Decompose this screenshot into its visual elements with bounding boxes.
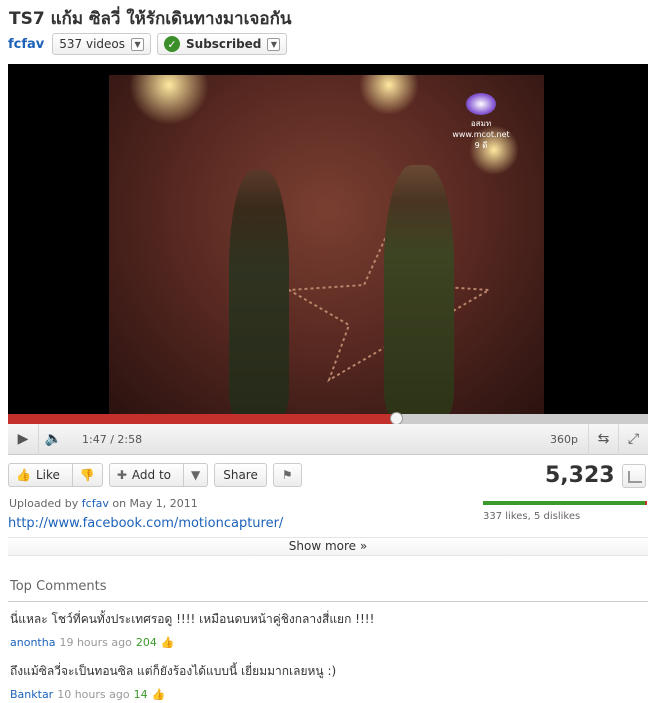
watermark-name: อสมท	[470, 119, 492, 128]
upload-prefix: Uploaded by	[9, 497, 79, 510]
comment-time: 19 hours ago	[59, 636, 132, 649]
like-ratio-fill	[483, 501, 645, 505]
thumbs-up-icon: 👍	[16, 468, 31, 482]
comment-author-link[interactable]: Banktar	[10, 688, 53, 701]
action-bar: 👍 Like 👎 ✚ Add to ▼ Share ⚑	[8, 463, 302, 487]
broadcaster-logo	[466, 93, 496, 115]
upload-info: Uploaded by fcfav on May 1, 2011	[9, 497, 198, 510]
comment-item: นี่แหละ โชว์ที่คนทั้งประเทศรอดู !!!! เหม…	[10, 610, 374, 649]
singer-right	[384, 165, 454, 415]
dislike-button[interactable]: 👎	[71, 464, 102, 486]
comment-text: นี่แหละ โชว์ที่คนทั้งประเทศรอดู !!!! เหม…	[10, 612, 375, 626]
comment-item: ถึงแม้ซิลวี่จะเป็นทอนซิล แต่ก็ยังร้องได้…	[10, 662, 336, 701]
channel-name-link[interactable]: fcfav	[8, 37, 44, 52]
watermark-channel: 9 ดี	[474, 141, 488, 150]
add-to-label: Add to	[131, 468, 171, 482]
show-more-button[interactable]: Show more »	[8, 537, 648, 556]
videos-count-button[interactable]: 537 videos ▼	[52, 33, 152, 55]
flag-icon: ⚑	[281, 468, 293, 482]
comment-votes: 14	[133, 688, 148, 701]
add-to-dropdown[interactable]: ▼	[183, 464, 207, 486]
add-to-group: ✚ Add to ▼	[108, 463, 209, 487]
progress-bar[interactable]	[8, 412, 648, 425]
singer-left	[229, 170, 289, 415]
video-title: TS7 แก้ม ซิลวี่ ให้รักเดินทางมาเจอกัน	[9, 9, 292, 29]
volume-icon[interactable]: 🔈	[38, 423, 68, 455]
like-label: Like	[35, 468, 60, 482]
comments-heading: Top Comments	[10, 579, 107, 594]
comment-time: 10 hours ago	[57, 688, 130, 701]
video-frame[interactable]: อสมท www.mcot.net 9 ดี	[109, 75, 544, 415]
comment-votes: 204	[135, 636, 157, 649]
uploader-link[interactable]: fcfav	[82, 497, 109, 510]
description-link[interactable]: http://www.facebook.com/motioncapturer/	[8, 516, 283, 531]
player-controls: ▶ 🔈 1:47 / 2:58 360p ⇆ ⤢	[8, 423, 648, 455]
upload-date: on May 1, 2011	[112, 497, 198, 510]
chevron-down-icon: ▼	[131, 37, 145, 51]
comments-divider	[8, 601, 648, 602]
share-button[interactable]: Share	[214, 463, 267, 487]
checkmark-icon: ✓	[164, 36, 181, 52]
comment-author-link[interactable]: anontha	[10, 636, 55, 649]
subscribed-label: Subscribed	[186, 37, 262, 51]
like-dislike-group: 👍 Like 👎	[8, 463, 103, 487]
like-ratio-bar	[483, 501, 647, 505]
video-player[interactable]: อสมท www.mcot.net 9 ดี	[8, 64, 648, 417]
likes-dislikes-text: 337 likes, 5 dislikes	[483, 511, 581, 522]
show-more-label: Show more	[288, 539, 357, 553]
channel-watermark: อสมท www.mcot.net 9 ดี	[446, 93, 516, 152]
progress-played	[8, 414, 397, 424]
quality-button[interactable]: 360p	[550, 433, 588, 446]
stage-light	[129, 75, 209, 125]
stats-icon[interactable]	[622, 464, 646, 488]
flag-button[interactable]: ⚑	[272, 463, 302, 487]
fullscreen-icon[interactable]: ⤢	[618, 423, 648, 455]
thumbs-up-icon[interactable]: 👍	[152, 688, 166, 701]
chevron-down-icon: ▼	[191, 468, 201, 482]
view-count: 5,323	[545, 463, 615, 488]
comment-meta: Banktar 10 hours ago 14 👍	[10, 688, 336, 701]
stage-light	[359, 75, 419, 115]
chevron-down-icon: ▼	[267, 37, 281, 51]
videos-count-label: 537 videos	[59, 37, 126, 51]
play-icon[interactable]: ▶	[8, 424, 38, 455]
channel-row: fcfav 537 videos ▼ ✓ Subscribed ▼	[8, 33, 288, 55]
comment-meta: anontha 19 hours ago 204 👍	[10, 636, 374, 649]
popout-icon[interactable]: ⇆	[588, 423, 618, 455]
thumbs-down-icon: 👎	[79, 468, 95, 482]
share-label: Share	[223, 468, 258, 482]
thumbs-up-icon[interactable]: 👍	[161, 636, 175, 649]
watermark-url: www.mcot.net	[452, 130, 510, 139]
plus-icon: ✚	[116, 468, 127, 482]
time-display: 1:47 / 2:58	[82, 432, 143, 446]
chevron-down-icon: »	[359, 539, 368, 553]
like-button[interactable]: 👍 Like	[9, 464, 67, 486]
subscribed-button[interactable]: ✓ Subscribed ▼	[157, 33, 288, 55]
add-to-button[interactable]: ✚ Add to	[110, 464, 178, 486]
comment-text: ถึงแม้ซิลวี่จะเป็นทอนซิล แต่ก็ยังร้องได้…	[10, 664, 337, 678]
